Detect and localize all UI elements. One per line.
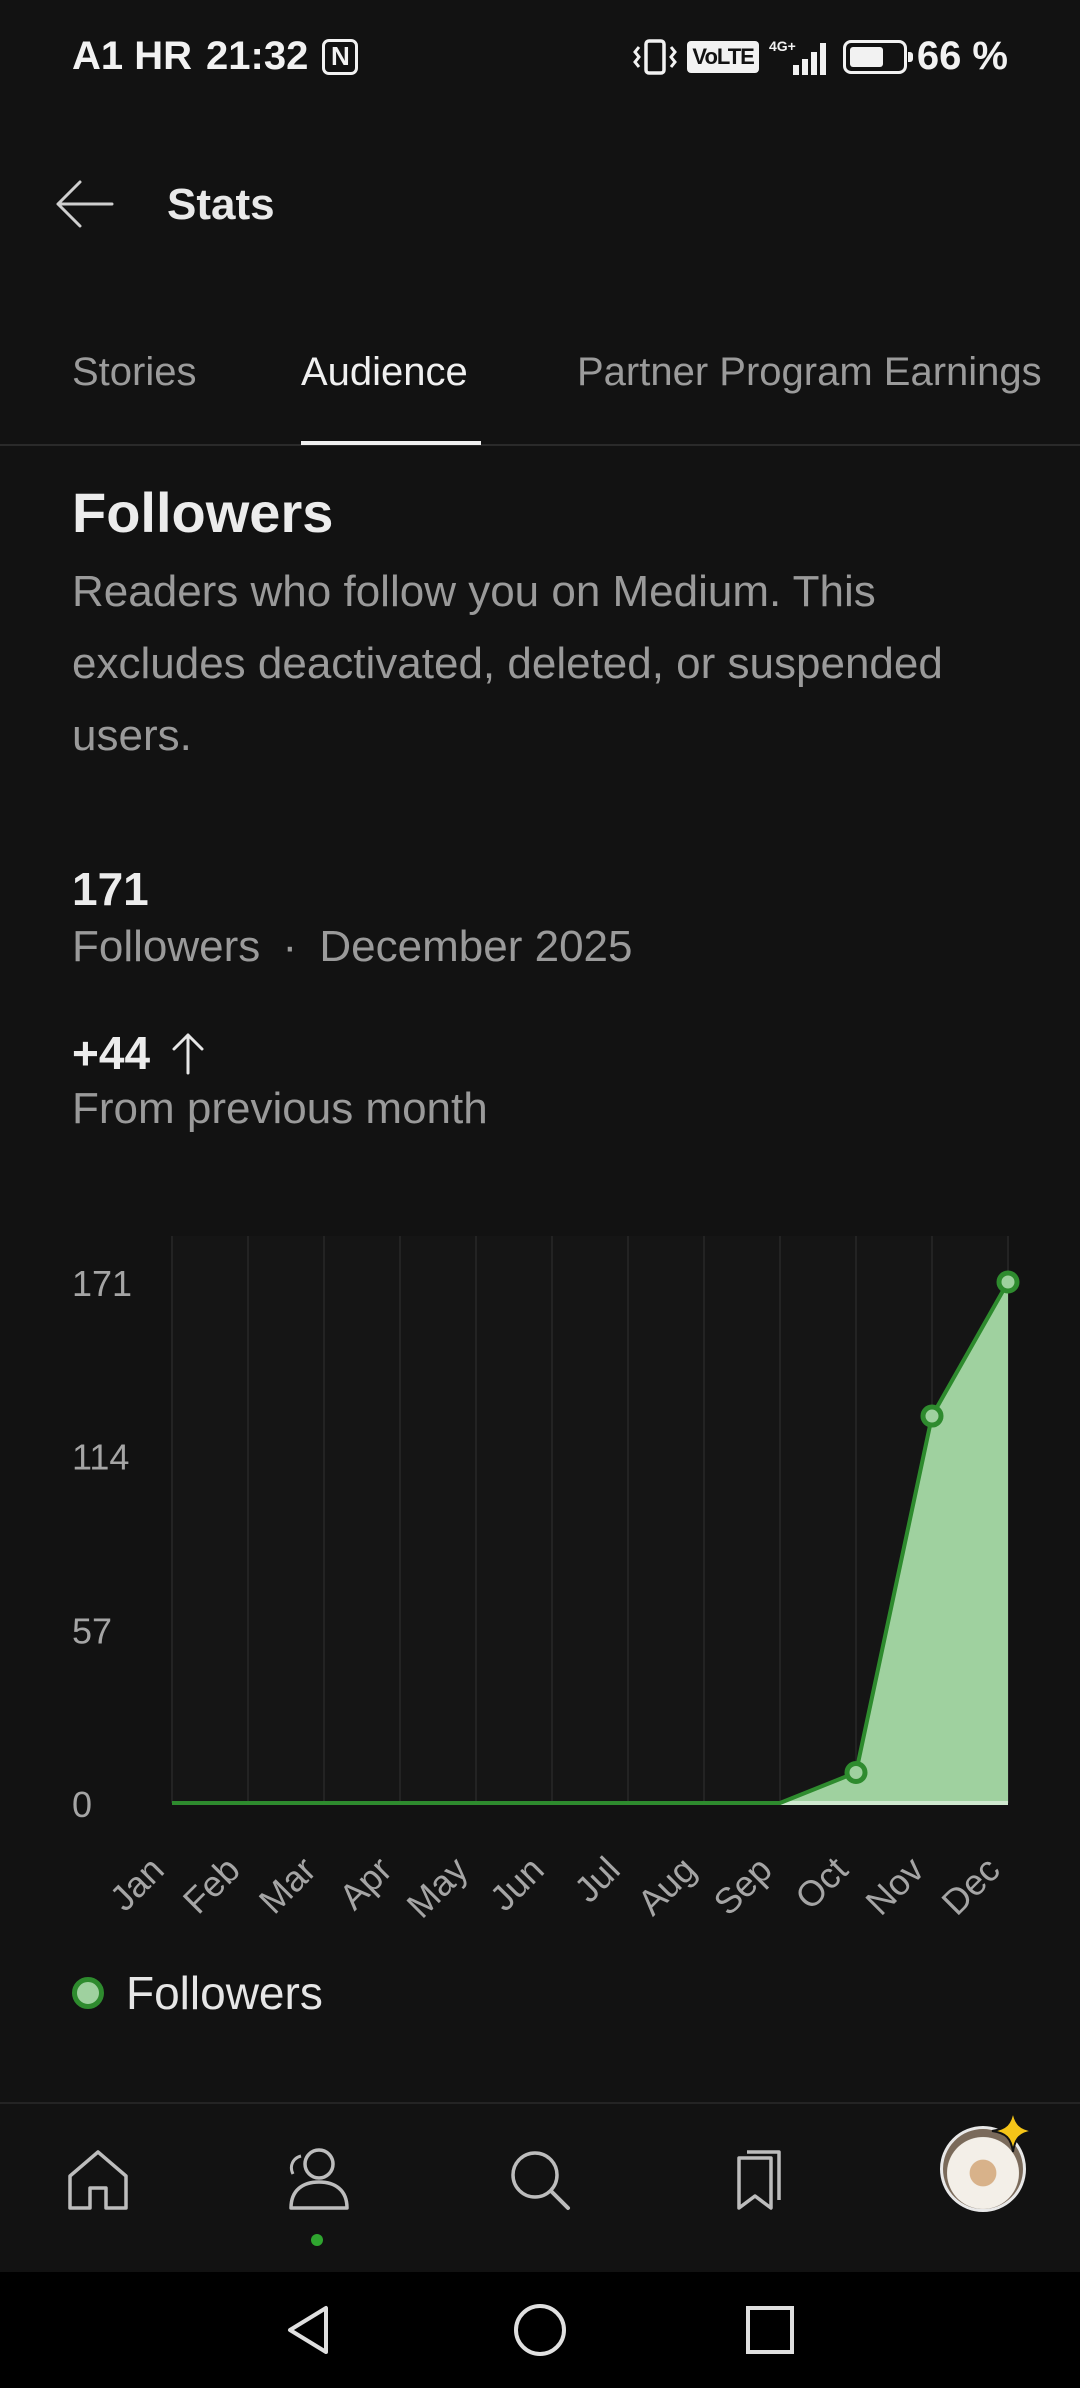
svg-text:4G+: 4G+ <box>769 38 796 54</box>
nfc-icon: N <box>322 38 359 75</box>
signal-icon: 4G+ <box>769 38 826 75</box>
section-description: Readers who follow you on Medium. This e… <box>72 567 943 760</box>
followers-period-line: Followers · December 2025 <box>72 922 632 972</box>
tabs-divider <box>0 444 1080 446</box>
x-tick-label: Jan <box>102 1849 172 1919</box>
profile-icon <box>289 2148 349 2210</box>
section-title: Followers <box>72 481 334 544</box>
x-tick-label: Apr <box>331 1849 400 1918</box>
followers-chart: 0 57 114 171 Jan Feb Mar AprMay Jun Jul Aug Sep Oct N… <box>72 1236 1020 1926</box>
legend-label: Followers <box>126 1967 323 2019</box>
y-tick-label: 57 <box>72 1610 112 1651</box>
tab-stories[interactable]: Stories <box>72 350 197 395</box>
y-tick-label: 114 <box>72 1437 129 1478</box>
nav-audience[interactable] <box>277 2140 357 2220</box>
active-nav-indicator <box>311 2234 323 2246</box>
battery-icon <box>842 39 913 74</box>
back-button[interactable] <box>52 174 116 234</box>
system-home-icon[interactable] <box>510 2300 570 2360</box>
x-tick-label: May <box>399 1849 476 1926</box>
system-back-icon[interactable] <box>280 2300 340 2360</box>
volte-badge: VoLTE <box>687 40 759 73</box>
y-tick-label: 171 <box>72 1263 132 1304</box>
home-icon <box>68 2150 128 2210</box>
y-tick-label: 0 <box>72 1784 92 1825</box>
nav-home[interactable] <box>58 2140 138 2220</box>
period-label: December 2025 <box>319 922 633 971</box>
x-tick-label: Mar <box>251 1849 324 1922</box>
x-tick-label: Jun <box>482 1849 552 1919</box>
x-tick-label: Jul <box>566 1849 628 1911</box>
vibrate-icon <box>633 38 678 75</box>
x-tick-label: Nov <box>857 1849 931 1923</box>
x-tick-label: Feb <box>175 1849 248 1922</box>
legend-marker <box>72 1977 104 2009</box>
arrow-up-icon <box>172 1033 204 1075</box>
nav-search[interactable] <box>500 2140 580 2220</box>
followers-count-label: Followers <box>72 922 261 971</box>
x-tick-label: Aug <box>629 1849 703 1923</box>
bottom-navigation <box>0 2102 1080 2274</box>
arrow-left-icon <box>56 180 114 228</box>
followers-count: 171 <box>72 863 149 915</box>
system-navigation-bar <box>0 2272 1080 2388</box>
bookmarks-icon <box>737 2150 781 2210</box>
x-tick-label: Oct <box>787 1849 856 1918</box>
page-title: Stats <box>167 180 275 229</box>
nav-library[interactable] <box>715 2140 795 2220</box>
separator-dot: · <box>282 922 298 971</box>
search-icon <box>511 2151 570 2210</box>
x-tick-label: Dec <box>933 1849 1007 1923</box>
clock: 21:32 <box>206 34 309 78</box>
tab-audience[interactable]: Audience <box>301 350 468 395</box>
chart-legend: Followers <box>72 1966 323 2020</box>
delta-label: From previous month <box>72 1084 488 1133</box>
carrier-label: A1 HR <box>72 34 193 78</box>
followers-delta: +44 <box>72 1026 206 1080</box>
tab-partner-program-earnings[interactable]: Partner Program Earnings <box>577 350 1042 395</box>
status-bar-right: VoLTE 4G+ 66 % <box>633 34 1008 79</box>
status-bar-left: A1 HR 21:32 N <box>72 34 359 79</box>
delta-value: +44 <box>72 1027 151 1079</box>
data-point-oct <box>844 1761 868 1785</box>
x-tick-label: Sep <box>705 1849 779 1923</box>
system-recents-icon[interactable] <box>740 2300 800 2360</box>
data-point-nov <box>920 1404 944 1428</box>
active-tab-indicator <box>301 441 481 445</box>
battery-percent: 66 % <box>916 34 1008 78</box>
data-point-dec <box>996 1270 1020 1294</box>
sparkle-icon <box>991 2109 1035 2153</box>
